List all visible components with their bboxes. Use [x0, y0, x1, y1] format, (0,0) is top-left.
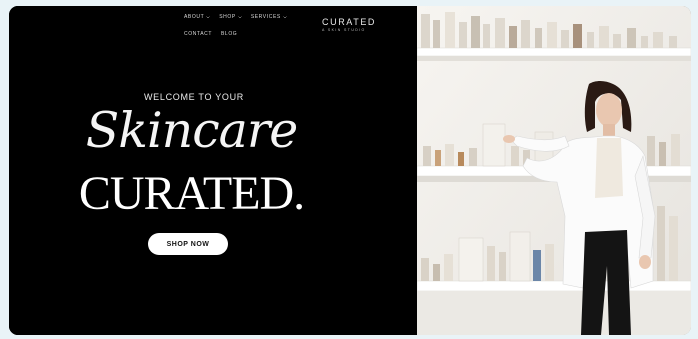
website-frame: ABOUT SHOP SERVICES CONTACT BLOG CURATED…: [9, 6, 691, 335]
hero-welcome-text: WELCOME TO YOUR: [143, 92, 245, 102]
logo-subtext: A SKIN STUDIO: [322, 28, 366, 32]
nav-item-contact[interactable]: CONTACT: [184, 31, 212, 37]
nav-item-about-label: ABOUT: [184, 14, 205, 20]
hero-headline: CURATED.: [78, 167, 305, 220]
hero-script-title: Skincare: [85, 102, 299, 159]
nav-row-1: ABOUT SHOP SERVICES: [184, 14, 287, 20]
nav-row-2: CONTACT BLOG: [184, 31, 287, 37]
nav-item-services-label: SERVICES: [250, 14, 281, 20]
logo-main-text: CURATED: [322, 17, 377, 27]
hero-photo: [417, 6, 691, 335]
main-nav: ABOUT SHOP SERVICES CONTACT BLOG: [184, 14, 287, 48]
chevron-down-icon: [206, 16, 210, 19]
shop-now-button[interactable]: SHOP NOW: [148, 233, 228, 255]
nav-item-about[interactable]: ABOUT: [184, 14, 210, 20]
hero-photo-panel: [417, 6, 691, 335]
nav-item-shop-label: SHOP: [219, 14, 236, 20]
nav-item-blog[interactable]: BLOG: [221, 31, 237, 37]
site-logo[interactable]: CURATED A SKIN STUDIO: [322, 17, 376, 32]
nav-item-shop[interactable]: SHOP: [219, 14, 242, 20]
chevron-down-icon: [238, 16, 242, 19]
chevron-down-icon: [283, 16, 287, 19]
hero-left-panel: ABOUT SHOP SERVICES CONTACT BLOG CURATED…: [9, 6, 417, 335]
nav-item-services[interactable]: SERVICES: [251, 14, 287, 20]
